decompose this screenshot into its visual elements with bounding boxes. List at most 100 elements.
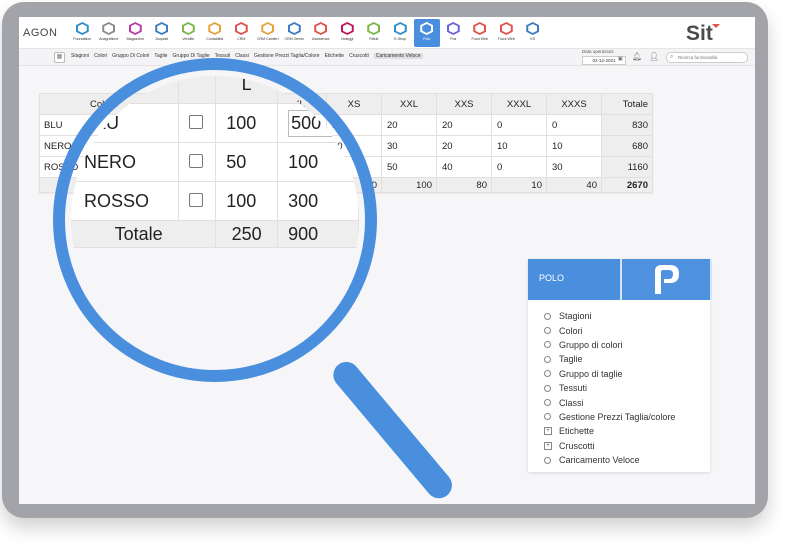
menu-item-caricamento-veloce[interactable]: Caricamento Veloce [373, 53, 423, 59]
module-label: Magazzino [126, 37, 144, 41]
calendar-icon[interactable]: ▣ [618, 57, 623, 62]
menu-item-colori[interactable]: Colori [94, 53, 107, 59]
module-label: CRM [237, 37, 246, 41]
menu-item-classi[interactable]: Classi [235, 53, 249, 59]
menu-item-stagioni[interactable]: Stagioni [71, 53, 89, 59]
module-magazzino[interactable]: Magazzino [122, 19, 149, 47]
quantity-cell[interactable]: 30 [381, 135, 437, 157]
module-label: Acquisti [155, 37, 169, 41]
magazzino-icon [128, 22, 142, 35]
module-noleggi[interactable]: Noleggi [334, 19, 361, 47]
module-polo[interactable]: Polo [413, 19, 440, 47]
pos-icon [446, 22, 460, 35]
quantity-cell[interactable]: 40 [436, 156, 492, 178]
module-icon-inner [183, 24, 193, 33]
module-truck-web[interactable]: Truck Web [493, 19, 520, 47]
search-box: ⌕ [666, 52, 748, 63]
module-icon-inner [77, 24, 87, 33]
quantity-cell[interactable]: 10 [491, 135, 547, 157]
module-label: Vendite [182, 37, 195, 41]
module-acquisti[interactable]: Acquisti [149, 19, 176, 47]
menu-item-gruppo-di-colori[interactable]: Gruppo Di Colori [112, 53, 149, 59]
polo-menu-item-caricamento-veloce[interactable]: Caricamento Veloce [544, 453, 675, 467]
module-rifiuti[interactable]: Rifiuti [361, 19, 388, 47]
module-icon-inner [342, 24, 352, 33]
menu-item-cruscotti[interactable]: Cruscotti [349, 53, 369, 59]
quantity-cell[interactable]: 0 [546, 114, 602, 136]
module-icon-inner [422, 24, 432, 33]
date-label: Data operazioni [582, 49, 614, 54]
bell-icon[interactable]: 🔔︎ [632, 52, 642, 61]
rifiuti-icon [367, 22, 381, 35]
polo-menu-item-taglie[interactable]: Taglie [544, 352, 675, 366]
menu-item-gestione-prezzi-taglia-colore[interactable]: Gestione Prezzi Taglia/Colore [254, 53, 320, 59]
module-icon-inner [528, 24, 538, 33]
polo-menu-item-gestione-prezzi-taglia-colore[interactable]: Gestione Prezzi Taglia/colore [544, 410, 675, 424]
polo-menu-item-gruppo-di-colori[interactable]: Gruppo di colori [544, 338, 675, 352]
noleggi-icon [340, 22, 354, 35]
expand-plus-icon[interactable]: + [544, 441, 552, 450]
module-menu: Stagioni Colori Gruppo Di Colori Taglie Grup… [71, 53, 428, 59]
module-crm-omnic[interactable]: CRM Omnic [281, 19, 308, 47]
row-total: 1160 [601, 156, 653, 178]
polo-menu-item-classi[interactable]: Classi [544, 395, 675, 409]
sit-logo-accent [712, 24, 720, 28]
app-grid-icon[interactable]: ▦ [54, 52, 65, 63]
polo-menu-item-etichette[interactable]: + Etichette [544, 424, 675, 438]
quantity-cell[interactable]: 0 [491, 114, 547, 136]
quantity-cell[interactable]: 20 [436, 114, 492, 136]
module-ks[interactable]: KS [520, 19, 547, 47]
sit-logo-text: Sit [686, 22, 713, 45]
agon-logo: AGON [23, 27, 58, 39]
polo-panel-header: POLO [528, 259, 712, 300]
magnifier-ring [53, 58, 377, 382]
polo-menu-label: Taglie [559, 354, 583, 365]
module-label: KS [530, 37, 536, 41]
polo-menu-label: Gestione Prezzi Taglia/colore [559, 411, 676, 422]
polo-menu-item-colori[interactable]: Colori [544, 323, 675, 337]
module-e-shop[interactable]: E-Shop [387, 19, 414, 47]
module-anagrafiche[interactable]: Anagrafiche [96, 19, 123, 47]
polo-icon [420, 22, 434, 35]
quantity-cell[interactable]: 30 [546, 156, 602, 178]
module-vendite[interactable]: Vendite [175, 19, 202, 47]
module-contabilit-[interactable]: Contabilità [202, 19, 229, 47]
bullet-icon [544, 399, 551, 407]
quantity-cell[interactable]: 20 [436, 135, 492, 157]
polo-menu-item-tessuti[interactable]: Tessuti [544, 381, 675, 395]
column-header: Totale [601, 93, 653, 115]
sub-menu-bar: ▦ Stagioni Colori Gruppo Di Colori Taglie Gr… [19, 49, 755, 66]
top-bar: AGON Foundation Anagrafiche Magazzino Acqui… [19, 17, 755, 49]
polo-menu-label: Gruppo di taglie [559, 368, 623, 379]
contabilita-icon [208, 22, 222, 35]
polo-menu-label: Tessuti [559, 383, 588, 394]
bullet-icon [544, 384, 551, 392]
quantity-cell[interactable]: 0 [491, 156, 547, 178]
module-label: Truck Web [497, 37, 515, 41]
quantity-cell[interactable]: 50 [381, 156, 437, 178]
quantity-cell[interactable]: 20 [381, 114, 437, 136]
module-label: Food Web [471, 37, 488, 41]
menu-item-etichette[interactable]: Etichette [325, 53, 344, 59]
menu-item-taglie[interactable]: Taglie [154, 53, 167, 59]
module-bar: Foundation Anagrafiche Magazzino Acquisti Ve… [69, 19, 546, 47]
polo-menu-label: Cruscotti [559, 440, 595, 451]
module-foundation[interactable]: Foundation [69, 19, 96, 47]
user-icon[interactable]: 👤︎ [649, 52, 659, 61]
module-crm-cantieri[interactable]: CRM Cantieri [255, 19, 282, 47]
polo-menu-label: Stagioni [559, 311, 592, 322]
assistenza-icon [314, 22, 328, 35]
search-input[interactable] [678, 53, 744, 62]
polo-menu-item-gruppo-di-taglie[interactable]: Gruppo di taglie [544, 367, 675, 381]
vendite-icon [181, 22, 195, 35]
module-assistenza[interactable]: Assistenza [308, 19, 335, 47]
polo-menu-item-stagioni[interactable]: Stagioni [544, 309, 675, 323]
bullet-icon [544, 312, 551, 320]
expand-plus-icon[interactable]: + [544, 427, 552, 436]
polo-menu-list: Stagioni Colori Gruppo di colori Taglie Grup… [544, 309, 675, 467]
polo-menu-item-cruscotti[interactable]: + Cruscotti [544, 439, 675, 453]
module-pos[interactable]: Pos [440, 19, 467, 47]
module-food-web[interactable]: Food Web [467, 19, 494, 47]
quantity-cell[interactable]: 10 [546, 135, 602, 157]
module-crm[interactable]: CRM [228, 19, 255, 47]
